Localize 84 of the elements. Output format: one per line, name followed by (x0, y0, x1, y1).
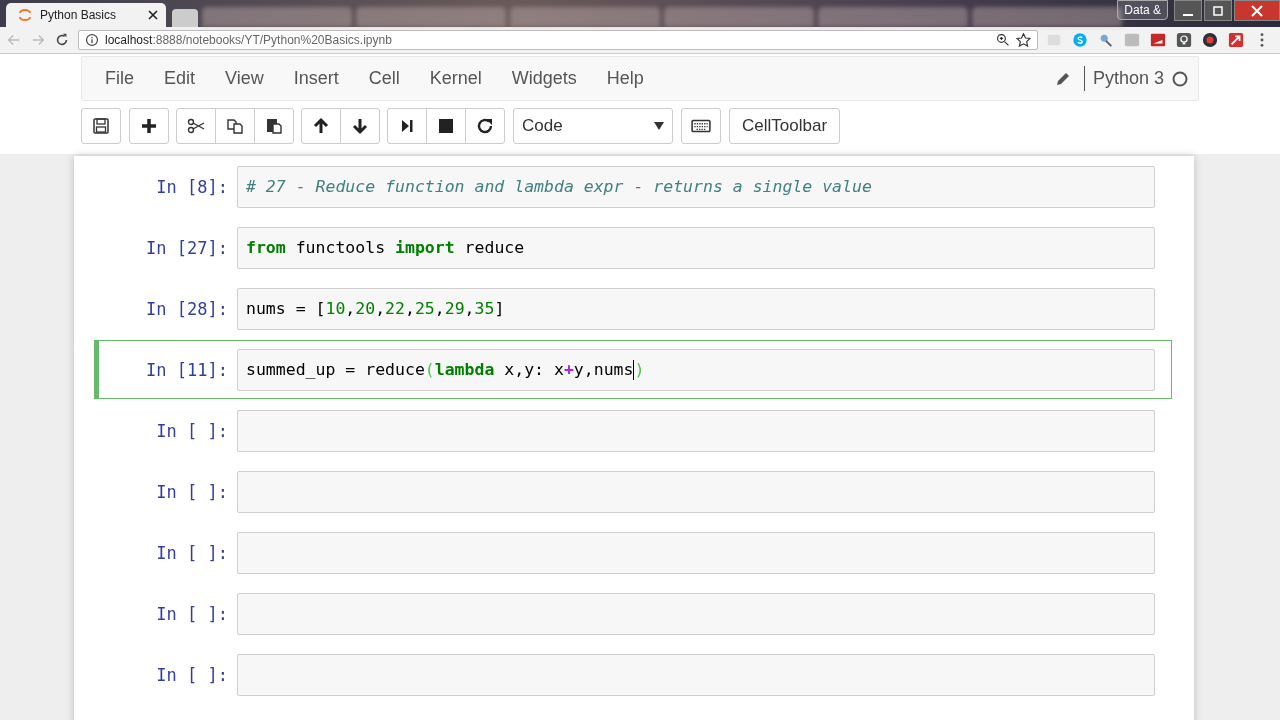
code-input[interactable] (237, 470, 1155, 513)
close-icon (1251, 4, 1263, 17)
code-input[interactable]: nums = [10,20,22,25,29,35] (237, 287, 1155, 330)
code-input[interactable]: # 27 - Reduce function and lambda expr - returns a single value (237, 165, 1155, 208)
menu-item[interactable]: File (90, 68, 149, 89)
copy-button[interactable] (215, 108, 255, 144)
arrow-up-icon (312, 117, 330, 135)
save-button[interactable] (81, 108, 121, 144)
scissors-icon (187, 117, 205, 135)
menu-item[interactable]: Edit (149, 68, 211, 89)
move-up-button[interactable] (301, 108, 341, 144)
run-button[interactable] (387, 108, 427, 144)
copy-icon (226, 117, 244, 135)
maximize-button[interactable] (1204, 0, 1232, 21)
code-cell[interactable]: In [ ]: (94, 584, 1172, 643)
paste-button[interactable] (254, 108, 294, 144)
input-prompt: In [ ]: (155, 481, 229, 502)
move-down-button[interactable] (340, 108, 380, 144)
input-prompt: In [27]: (145, 237, 229, 258)
extension-icon (1124, 32, 1140, 48)
keyboard-shortcuts-button[interactable] (681, 108, 721, 144)
input-prompt: In [ ]: (155, 420, 229, 441)
arrow-icon (1228, 32, 1244, 48)
code-input[interactable] (237, 592, 1155, 635)
input-prompt: In [8]: (155, 176, 229, 197)
code-input[interactable]: from functools import reduce (237, 226, 1155, 269)
input-prompt: In [ ]: (155, 542, 229, 563)
lightbulb-icon (1176, 32, 1192, 48)
profile-button[interactable]: Data & (1117, 0, 1168, 20)
code-cell[interactable]: In [ ]: (94, 523, 1172, 582)
code-cell[interactable]: In [ ]: (94, 645, 1172, 704)
zoom-icon (996, 33, 1010, 47)
chart-icon (1150, 32, 1166, 48)
code-cell[interactable]: In [ ]: (94, 401, 1172, 460)
input-prompt: In [ ]: (155, 664, 229, 685)
back-icon (6, 32, 22, 48)
code-input[interactable] (237, 653, 1155, 696)
forward-icon (30, 32, 46, 48)
menu-item[interactable]: Insert (278, 68, 354, 89)
code-cell[interactable]: In [8]: # 27 - Reduce function and lambda expr - returns a single value (94, 157, 1172, 216)
kernel-idle-icon (1172, 70, 1188, 87)
browser-tab[interactable]: Python Basics (6, 3, 166, 27)
menu-item[interactable]: Help (591, 68, 659, 89)
code-input[interactable] (237, 531, 1155, 574)
address-bar[interactable]: localhost:8888/notebooks/YT/Python%20Basics.ipynb (78, 30, 1038, 50)
reload-icon (54, 32, 70, 48)
arrow-down-icon (351, 117, 369, 135)
close-icon[interactable] (148, 10, 158, 20)
menu-item[interactable]: Kernel (414, 68, 497, 89)
restart-button[interactable] (465, 108, 505, 144)
info-icon (85, 33, 99, 47)
input-prompt: In [11]: (145, 359, 229, 380)
code-input[interactable] (237, 409, 1155, 452)
input-prompt: In [28]: (145, 298, 229, 319)
code-input[interactable]: summed_up = reduce(lambda x,y: x+y,nums) (237, 348, 1155, 391)
code-cell[interactable]: In [28]: nums = [10,20,22,25,29,35] (94, 279, 1172, 338)
save-icon (92, 117, 110, 135)
minimize-icon (1183, 13, 1193, 16)
cell-type-dropdown[interactable]: Code (513, 108, 673, 144)
star-icon (1016, 32, 1031, 48)
skype-icon (1072, 32, 1088, 48)
menu-item[interactable]: Cell (353, 68, 415, 89)
jupyter-logo-icon (18, 8, 32, 22)
interrupt-button[interactable] (426, 108, 466, 144)
minimize-button[interactable] (1174, 0, 1202, 21)
insert-cell-button[interactable] (129, 108, 169, 144)
code-cell[interactable]: In [27]: from functools import reduce (94, 218, 1172, 277)
close-button[interactable] (1234, 0, 1280, 21)
menu-item[interactable]: Widgets (496, 68, 592, 89)
code-cell[interactable]: In [ ]: (94, 462, 1172, 521)
magnifier-icon (1098, 32, 1114, 48)
stop-icon (437, 117, 455, 135)
caret-icon (654, 122, 664, 130)
menu-item[interactable]: View (210, 68, 279, 89)
paste-icon (265, 117, 283, 135)
plus-icon (140, 117, 158, 135)
kernel-name: Python 3 (1083, 66, 1172, 91)
maximize-icon (1213, 5, 1223, 16)
input-prompt: In [ ]: (155, 603, 229, 624)
cut-button[interactable] (176, 108, 216, 144)
reload-icon (476, 117, 494, 135)
url-text: localhost:8888/notebooks/YT/Python%20Basics.ipynb (105, 33, 392, 47)
cell-toolbar-button[interactable]: CellToolbar (729, 108, 841, 144)
selected-cell[interactable]: In [11]: summed_up = reduce(lambda x,y: x+y,nums) (94, 340, 1172, 399)
